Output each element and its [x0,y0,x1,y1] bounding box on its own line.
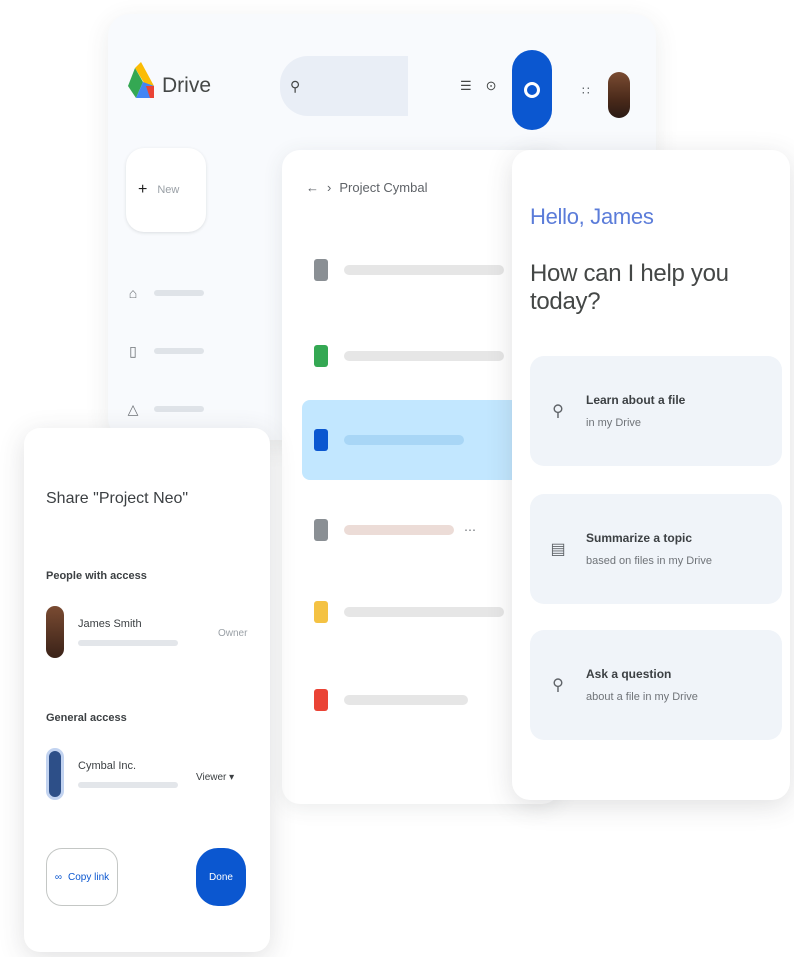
breadcrumb-folder[interactable]: Project Cymbal [339,180,427,195]
suggestion-subtitle: about a file in my Drive [586,691,698,703]
sliders-icon[interactable]: ☰ [460,78,472,94]
search-input[interactable]: ⚲ [280,56,408,116]
gemini-button[interactable] [512,50,552,130]
file-name [344,525,454,535]
domain-description [78,782,178,788]
share-dialog: Share "Project Neo" People with access J… [24,428,270,952]
sidebar-item-home[interactable]: ⌂ [126,264,204,322]
greeting: Hello, James [530,204,654,229]
sidebar-item-label [154,290,204,296]
search-icon: ⚲ [290,78,301,94]
owner-role: Owner [218,628,248,639]
file-name [344,265,504,275]
suggestion-title: Learn about a file [586,393,686,407]
file-name [344,435,464,445]
done-button[interactable]: Done [196,848,246,906]
copy-link-label: Copy link [68,871,110,883]
file-name [344,607,504,617]
home-icon: ⌂ [128,285,138,301]
suggestion-subtitle: in my Drive [586,417,642,429]
drive-logo [128,62,154,98]
doc-icon [314,519,328,541]
person-name: James Smith [78,618,142,630]
people-access-label: People with access [46,570,147,582]
suggestion-card[interactable]: ▤ Summarize a topic based on files in my… [530,494,782,604]
top-icons: ☰ ⊙ [460,78,497,94]
domain-name[interactable]: Cymbal Inc. [78,760,178,772]
breadcrumb[interactable]: ← › Project Cymbal [306,180,427,195]
back-arrow-icon[interactable]: ← [306,180,319,195]
suggestion-title: Ask a question [586,667,672,681]
help-icon[interactable]: ⊙ [486,78,497,94]
sidebar-nav: ⌂ ▯ △ [126,264,204,438]
person-row: James Smith [46,606,178,658]
suggestion-title: Summarize a topic [586,531,693,545]
top-bar: Drive ⚲ ☰ ⊙ ∷ [108,14,656,134]
person-email [78,640,178,646]
sheet-icon [314,345,328,367]
doc-icon [314,429,328,451]
share-title: Share "Project Neo" [46,490,189,507]
chevron-down-icon: ▾ [229,772,235,783]
sidebar-item-label [154,348,204,354]
pdf-icon [314,689,328,711]
app-name: Drive [162,74,212,97]
doc-icon [314,259,328,281]
slides-icon [314,601,328,623]
lightbulb-icon: ⚲ [552,677,564,694]
new-button[interactable]: + New [126,148,206,232]
drive-icon: ▯ [129,343,137,359]
suggestion-subtitle: based on files in my Drive [586,555,712,567]
lightbulb-icon: ⚲ [552,403,564,420]
people-icon: ⋯ [464,523,476,537]
help-question: How can I help you today? [530,260,729,315]
chevron-right-icon: › [327,180,332,195]
file-name [344,351,504,361]
gemini-icon [524,82,540,98]
apps-grid-icon[interactable]: ∷ [582,84,590,98]
shared-icon: △ [127,401,139,417]
sidebar-item-label [154,406,204,412]
suggestion-card[interactable]: ⚲ Learn about a file in my Drive [530,356,782,466]
sidebar-item-my-drive[interactable]: ▯ [126,322,204,380]
avatar[interactable] [608,72,630,118]
plus-icon: + [138,181,148,198]
viewer-role-label: Viewer [196,772,227,783]
link-icon: ∞ [54,871,62,883]
avatar [46,606,64,658]
gemini-side-panel: Hello, James How can I help you today? ⚲… [512,150,790,800]
general-access-row: Cymbal Inc. [46,748,178,800]
new-button-label: New [157,184,180,196]
suggestion-card[interactable]: ⚲ Ask a question about a file in my Driv… [530,630,782,740]
domain-icon [46,748,64,800]
viewer-role-dropdown[interactable]: Viewer ▾ [196,772,234,783]
document-icon: ▤ [550,541,566,558]
copy-link-button[interactable]: ∞ Copy link [46,848,118,906]
file-name [344,695,468,705]
general-access-label: General access [46,712,127,724]
